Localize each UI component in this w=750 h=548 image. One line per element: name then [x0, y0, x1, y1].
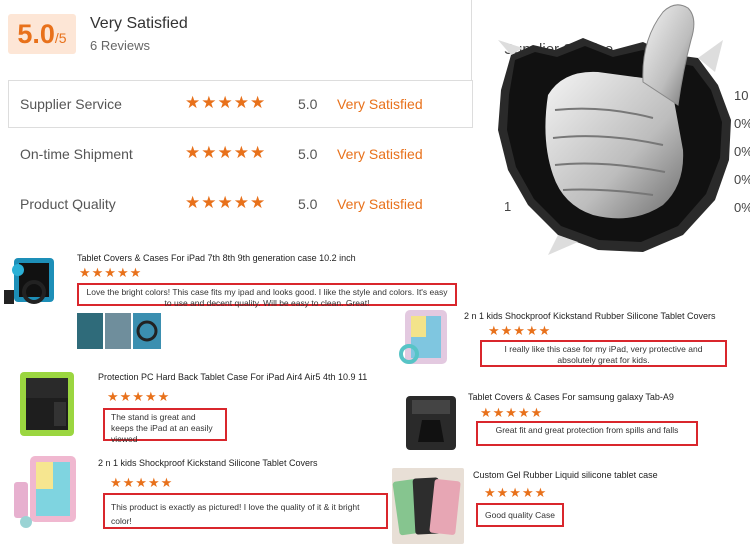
product-title[interactable]: Protection PC Hard Back Tablet Case For …	[98, 372, 367, 382]
product-title[interactable]: Tablet Covers & Cases For samsung galaxy…	[468, 392, 674, 402]
rating-verdict: Very Satisfied	[337, 196, 423, 212]
divider	[471, 0, 472, 80]
rating-label: On-time Shipment	[20, 146, 133, 162]
rating-score: 5.0	[298, 196, 318, 212]
rating-score: 5.0	[298, 146, 318, 162]
product-image[interactable]	[14, 368, 86, 442]
review-quote: The stand is great and keeps the iPad at…	[103, 408, 227, 444]
rating-label: Supplier Service	[20, 96, 122, 112]
rating-score: 5.0	[298, 96, 318, 112]
product-image[interactable]	[8, 452, 94, 532]
star-rating: ★★★★★	[185, 143, 267, 162]
reviews-page: 5.0 /5 Very Satisfied 6 Reviews Supplier…	[0, 0, 750, 548]
product-image[interactable]	[392, 468, 464, 544]
star-rating: ★★★★★	[110, 475, 174, 490]
rating-verdict: Very Satisfied	[337, 96, 423, 112]
star-rating: ★★★★★	[185, 193, 267, 212]
star-rating: ★★★★★	[488, 323, 552, 338]
product-title[interactable]: Tablet Covers & Cases For iPad 7th 8th 9…	[77, 253, 356, 263]
product-title[interactable]: 2 n 1 kids Shockproof Kickstand Rubber S…	[464, 311, 715, 321]
star-rating: ★★★★★	[185, 93, 267, 112]
review-count[interactable]: 6 Reviews	[90, 38, 150, 53]
overall-verdict: Very Satisfied	[90, 15, 188, 32]
star-rating: ★★★★★	[107, 389, 171, 404]
product-title[interactable]: Custom Gel Rubber Liquid silicone tablet…	[473, 470, 658, 480]
review-photos[interactable]	[77, 313, 161, 349]
product-image[interactable]	[400, 392, 462, 454]
product-image[interactable]	[4, 250, 70, 308]
overall-score-badge: 5.0 /5	[8, 14, 76, 54]
product-title[interactable]: 2 n 1 kids Shockproof Kickstand Silicone…	[98, 458, 317, 468]
rating-label: Product Quality	[20, 196, 116, 212]
review-quote: Good quality Case	[476, 503, 564, 527]
product-image[interactable]	[395, 304, 457, 370]
star-rating: ★★★★★	[480, 405, 544, 420]
review-quote: I really like this case for my iPad, ver…	[480, 340, 727, 367]
overall-score: 5.0	[17, 19, 55, 49]
overall-score-suffix: /5	[54, 30, 67, 46]
star-rating: ★★★★★	[79, 265, 143, 280]
rating-verdict: Very Satisfied	[337, 146, 423, 162]
star-rating: ★★★★★	[484, 485, 548, 500]
thumbs-up-icon	[498, 4, 731, 255]
review-quote: Great fit and great protection from spil…	[476, 421, 698, 446]
review-quote: This product is exactly as pictured! I l…	[103, 493, 388, 529]
review-quote: Love the bright colors! This case fits m…	[77, 283, 457, 308]
